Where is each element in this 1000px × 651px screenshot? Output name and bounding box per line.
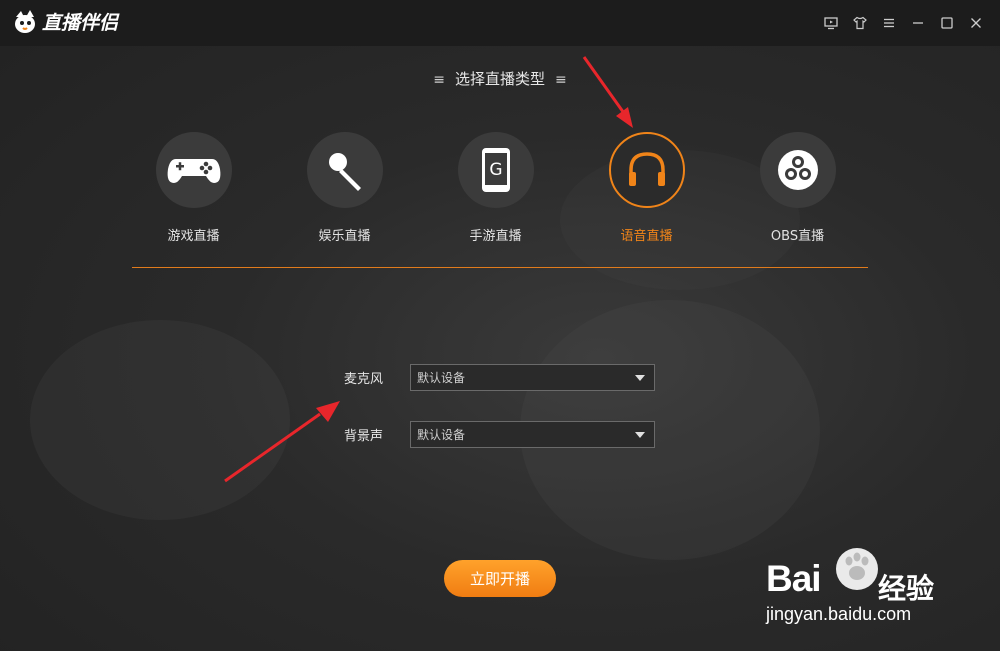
stream-type-label: 游戏直播: [167, 229, 220, 244]
tshirt-icon[interactable]: [850, 13, 870, 33]
stream-type-label: OBS直播: [770, 229, 825, 244]
obs-icon: [777, 150, 818, 190]
annotation-arrow: [582, 56, 633, 128]
microphone-value: 默认设备: [417, 371, 466, 385]
background-sound-label: 背景声: [344, 429, 384, 444]
chevron-down-icon: [635, 375, 645, 381]
type-circle: [608, 132, 685, 208]
title-bar: 直播伴侣: [0, 0, 1000, 46]
background-sound-select[interactable]: 默认设备: [410, 421, 655, 448]
minimize-icon[interactable]: [908, 13, 928, 33]
stream-type-obs[interactable]: OBS直播: [722, 132, 873, 244]
watermark-brand-cn: 经验: [878, 572, 935, 605]
close-icon[interactable]: [966, 13, 986, 33]
microphone-row: 麦克风 默认设备: [344, 364, 655, 391]
maximize-icon[interactable]: [937, 13, 957, 33]
menu-lines-icon: ≡: [433, 72, 445, 88]
stream-type-mobile[interactable]: G 手游直播: [420, 132, 571, 244]
gamepad-icon: [167, 159, 220, 183]
stream-type-list: 游戏直播 娱乐直播 G 手游直播 语音直播 OBS直播: [118, 132, 878, 244]
annotation-arrow: [224, 401, 340, 483]
phone-icon: G: [481, 148, 510, 192]
app-logo-icon: [15, 9, 35, 33]
watermark-url: jingyan.baidu.com: [766, 604, 912, 624]
window-controls: [821, 13, 986, 33]
microphone-label: 麦克风: [344, 372, 384, 387]
svg-text:G: G: [489, 160, 502, 180]
type-circle: [759, 132, 836, 208]
menu-icon[interactable]: [879, 13, 899, 33]
chevron-down-icon: [635, 432, 645, 438]
type-circle: [155, 132, 232, 208]
microphone-select[interactable]: 默认设备: [410, 364, 655, 391]
section-title: 选择直播类型: [454, 70, 545, 88]
stream-type-label: 娱乐直播: [318, 229, 371, 244]
screen-icon[interactable]: [821, 13, 841, 33]
app-logo: 直播伴侣: [12, 8, 118, 35]
stream-type-entertainment[interactable]: 娱乐直播: [269, 132, 420, 244]
divider: [132, 267, 868, 268]
background-sound-value: 默认设备: [417, 428, 466, 442]
stream-type-voice[interactable]: 语音直播: [571, 132, 722, 244]
stream-type-game[interactable]: 游戏直播: [118, 132, 269, 244]
microphone-icon: [328, 153, 361, 191]
stream-type-label: 手游直播: [469, 229, 522, 244]
baidu-watermark: Bai 经验 jingyan.baidu.com: [766, 540, 956, 630]
start-stream-button[interactable]: 立即开播: [444, 560, 556, 597]
type-circle: [306, 132, 383, 208]
menu-lines-icon: ≡: [555, 72, 567, 88]
type-circle: G: [457, 132, 534, 208]
app-window: 直播伴侣 ≡ 选择直播类型 ≡ 游戏直播 娱乐直播 G 手游直播 语音直播 OB…: [0, 0, 1000, 651]
watermark-brand: Bai: [766, 558, 822, 599]
paw-logo-icon: [836, 548, 878, 590]
background-sound-row: 背景声 默认设备: [344, 421, 655, 448]
app-title: 直播伴侣: [42, 12, 119, 34]
stream-type-label: 语音直播: [620, 229, 673, 244]
section-header: ≡ 选择直播类型 ≡: [0, 68, 1000, 89]
headphones-icon: [628, 152, 665, 186]
